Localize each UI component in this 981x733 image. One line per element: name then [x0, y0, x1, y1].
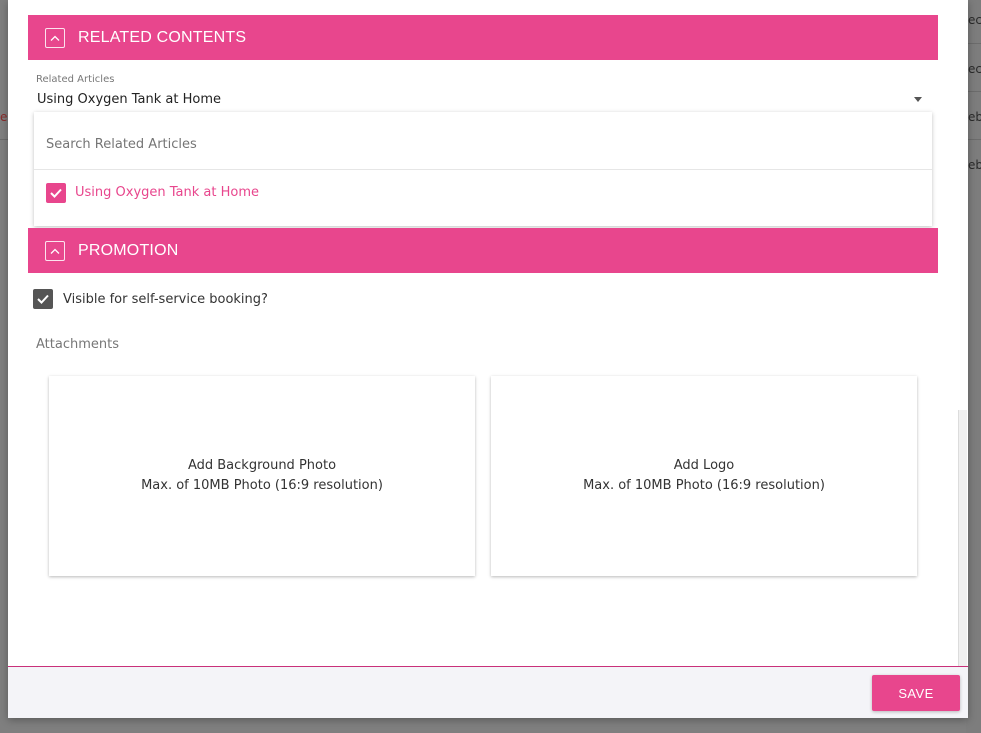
collapse-related-contents-button[interactable] — [45, 27, 65, 48]
chevron-up-icon — [50, 248, 60, 254]
visible-self-service-checkbox[interactable] — [33, 289, 53, 309]
upload-card-hint: Max. of 10MB Photo (16:9 resolution) — [583, 478, 825, 493]
promotion-header[interactable]: PROMOTION — [28, 228, 938, 273]
background-divider — [966, 91, 981, 92]
visible-self-service-label[interactable]: Visible for self-service booking? — [63, 292, 268, 307]
caret-down-icon[interactable] — [914, 97, 922, 102]
collapse-promotion-button[interactable] — [45, 240, 65, 261]
scrollbar-thumb[interactable] — [958, 410, 967, 666]
related-articles-label: Related Articles — [36, 74, 115, 85]
promotion-title: PROMOTION — [78, 241, 179, 259]
chevron-up-icon — [50, 35, 60, 41]
related-contents-title: RELATED CONTENTS — [78, 28, 247, 46]
option-checkbox[interactable] — [46, 183, 66, 203]
background-divider — [966, 139, 981, 140]
modal-dialog: RELATED CONTENTS Related Articles Using … — [8, 0, 968, 718]
background-text-fragment: ec — [968, 62, 981, 76]
check-icon — [50, 188, 62, 198]
upload-card-hint: Max. of 10MB Photo (16:9 resolution) — [141, 478, 383, 493]
background-text-fragment: eb — [968, 158, 981, 172]
attachments-label: Attachments — [36, 337, 119, 352]
background-text-fragment: eb — [968, 110, 981, 124]
background-divider — [966, 43, 981, 44]
dropdown-divider — [34, 169, 932, 170]
save-button[interactable]: SAVE — [872, 675, 960, 711]
option-label[interactable]: Using Oxygen Tank at Home — [75, 185, 259, 200]
check-icon — [37, 294, 49, 304]
background-text-fragment: e — [0, 110, 8, 124]
add-logo-card[interactable]: Add Logo Max. of 10MB Photo (16:9 resolu… — [491, 376, 917, 576]
background-text-fragment: ec — [968, 13, 981, 27]
related-articles-dropdown: Using Oxygen Tank at Home — [34, 112, 932, 226]
background-divider — [0, 139, 8, 140]
add-background-photo-card[interactable]: Add Background Photo Max. of 10MB Photo … — [49, 376, 475, 576]
search-related-articles-input[interactable] — [46, 137, 906, 152]
related-contents-header[interactable]: RELATED CONTENTS — [28, 15, 938, 60]
related-articles-select[interactable]: Using Oxygen Tank at Home — [37, 92, 221, 107]
upload-card-title: Add Background Photo — [187, 458, 337, 473]
upload-card-title: Add Logo — [673, 458, 735, 473]
modal-footer: SAVE — [8, 666, 968, 718]
